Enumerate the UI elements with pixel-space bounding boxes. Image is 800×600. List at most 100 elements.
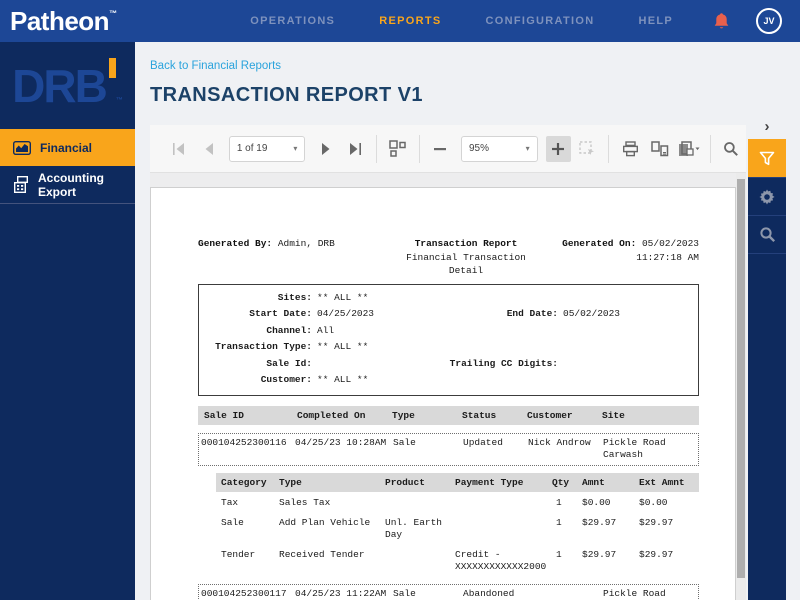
- sidebar-item-label: Accounting Export: [38, 170, 104, 199]
- generated-by-label: Generated By:: [198, 238, 273, 249]
- top-navbar: Patheon™ OPERATIONS REPORTS CONFIGURATIO…: [0, 0, 800, 42]
- qty-cell: 1: [556, 516, 562, 528]
- report-viewer: 1 of 19 ▾ 95% ▾ Generated By: Admin, DRB…: [150, 125, 746, 600]
- column-header: Type: [279, 476, 302, 488]
- chevron-down-icon: ▾: [293, 144, 298, 153]
- previous-page-button[interactable]: [195, 136, 220, 162]
- column-header: Product: [385, 476, 425, 488]
- sale-id-cell: 000104252300116: [201, 436, 287, 448]
- sidebar: DRB ™ Financial Accounting Export: [0, 42, 135, 600]
- detail-line-row: Tender Received Tender Credit - XXXXXXXX…: [216, 544, 699, 576]
- amnt-cell: $29.97: [582, 548, 617, 560]
- generated-on-date: 05/02/2023: [641, 238, 699, 249]
- type-cell: Sale: [393, 587, 416, 599]
- column-header: Customer: [527, 409, 573, 421]
- calculator-icon: [14, 176, 29, 193]
- nav-reports[interactable]: REPORTS: [379, 15, 441, 27]
- nav-configuration[interactable]: CONFIGURATION: [485, 15, 594, 27]
- document-area: Generated By: Admin, DRB Transaction Rep…: [150, 173, 736, 600]
- category-cell: Sale: [221, 516, 244, 528]
- ext-amnt-cell: $0.00: [639, 496, 668, 508]
- type-cell: Sales Tax: [279, 496, 331, 508]
- column-header: Sale ID: [204, 409, 244, 421]
- right-toolbar: [748, 139, 786, 600]
- search-button[interactable]: [748, 215, 786, 253]
- amnt-cell: $0.00: [582, 496, 611, 508]
- page-title: TRANSACTION REPORT V1: [150, 84, 423, 106]
- filter-button[interactable]: [748, 139, 786, 177]
- settings-button[interactable]: [748, 177, 786, 215]
- report-subtitle: Financial Transaction Detail: [406, 251, 526, 277]
- main-content: Back to Financial Reports TRANSACTION RE…: [135, 42, 800, 600]
- user-avatar[interactable]: JV: [756, 8, 782, 34]
- search-document-button[interactable]: [719, 136, 744, 162]
- trailing-cc-value: [563, 356, 692, 373]
- sale-id-cell: 000104252300117: [201, 587, 287, 599]
- next-page-button[interactable]: [313, 136, 338, 162]
- sites-value: ** ALL **: [317, 291, 369, 303]
- drb-logo-accent: [108, 58, 116, 78]
- category-cell: Tax: [221, 496, 239, 508]
- completed-on-cell: 04/25/23 11:22AM: [295, 587, 387, 599]
- site-cell: Pickle Road Carwash: [603, 436, 666, 461]
- transaction-row: 000104252300117 04/25/23 11:22AM Sale Ab…: [198, 583, 699, 600]
- transactions-table-header: Sale ID Completed On Type Status Custome…: [198, 405, 699, 425]
- toolbar-separator: [709, 134, 711, 163]
- column-header: Ext Amnt: [639, 476, 685, 488]
- filter-funnel-icon: [759, 151, 775, 165]
- chart-icon: [13, 140, 31, 155]
- brand-text: Patheon: [10, 5, 110, 36]
- ext-amnt-cell: $29.97: [639, 548, 674, 560]
- amnt-cell: $29.97: [582, 516, 617, 528]
- export-button[interactable]: [676, 136, 701, 162]
- primary-nav: OPERATIONS REPORTS CONFIGURATION HELP: [250, 15, 673, 27]
- report-filters-box: Sites: ** ALL ** Start Date: 04/25/2023 …: [198, 283, 699, 396]
- sidebar-item-financial[interactable]: Financial: [0, 129, 135, 166]
- brand-trademark: ™: [109, 8, 118, 18]
- text-selection-button[interactable]: [575, 136, 600, 162]
- detail-table-header: Category Type Product Payment Type Qty A…: [216, 472, 699, 492]
- notifications-bell-icon[interactable]: [713, 12, 730, 31]
- avatar-initials: JV: [763, 16, 775, 26]
- sidebar-item-accounting-export[interactable]: Accounting Export: [0, 166, 135, 203]
- ext-amnt-cell: $29.97: [639, 516, 674, 528]
- sidebar-item-label: Financial: [40, 140, 93, 155]
- vertical-scrollbar[interactable]: [736, 173, 746, 600]
- scrollbar-thumb[interactable]: [737, 179, 745, 578]
- transaction-row: 000104252300116 04/25/23 10:28AM Sale Up…: [198, 432, 699, 466]
- generated-on-label: Generated On:: [562, 238, 637, 249]
- patheon-logo[interactable]: Patheon™: [10, 6, 117, 37]
- page-indicator-combo[interactable]: 1 of 19 ▾: [228, 135, 306, 162]
- product-cell: Unl. Earth Day: [385, 516, 443, 540]
- drb-logo: DRB ™: [0, 58, 135, 109]
- zoom-level-value: 95%: [469, 143, 490, 154]
- qty-cell: 1: [556, 496, 562, 508]
- detail-line-row: Tax Sales Tax 1 $0.00 $0.00: [216, 492, 699, 512]
- nav-operations[interactable]: OPERATIONS: [250, 15, 335, 27]
- nav-help[interactable]: HELP: [638, 15, 673, 27]
- collapse-rail-chevron-icon[interactable]: ›: [748, 117, 786, 139]
- print-button[interactable]: [617, 136, 642, 162]
- gear-icon: [759, 188, 775, 205]
- transaction-detail-table: Category Type Product Payment Type Qty A…: [216, 472, 699, 576]
- transaction-type-label: Transaction Type:: [215, 341, 312, 352]
- column-header: Amnt: [582, 476, 605, 488]
- site-cell: Pickle Road Carwash: [603, 587, 666, 599]
- start-date-value: 04/25/2023: [317, 308, 375, 319]
- page-thumbnails-button[interactable]: [385, 136, 410, 162]
- back-to-financial-reports-link[interactable]: Back to Financial Reports: [150, 60, 281, 72]
- report-header: Generated By: Admin, DRB Transaction Rep…: [198, 237, 699, 278]
- zoom-level-combo[interactable]: 95% ▾: [461, 135, 538, 162]
- zoom-in-button[interactable]: [545, 135, 571, 162]
- column-header: Completed On: [297, 409, 366, 421]
- drb-logo-trademark: ™: [115, 97, 123, 104]
- zoom-out-button[interactable]: [428, 136, 453, 162]
- payment-type-cell: Credit - XXXXXXXXXXXX2000: [455, 548, 547, 572]
- last-page-button[interactable]: [343, 136, 368, 162]
- print-current-page-button[interactable]: [647, 136, 672, 162]
- customer-label: Customer:: [260, 374, 312, 385]
- page-indicator-value: 1 of 19: [236, 143, 268, 154]
- generated-by-value: Admin, DRB: [277, 238, 335, 249]
- chevron-down-icon: ▾: [525, 144, 530, 153]
- first-page-button[interactable]: [166, 136, 191, 162]
